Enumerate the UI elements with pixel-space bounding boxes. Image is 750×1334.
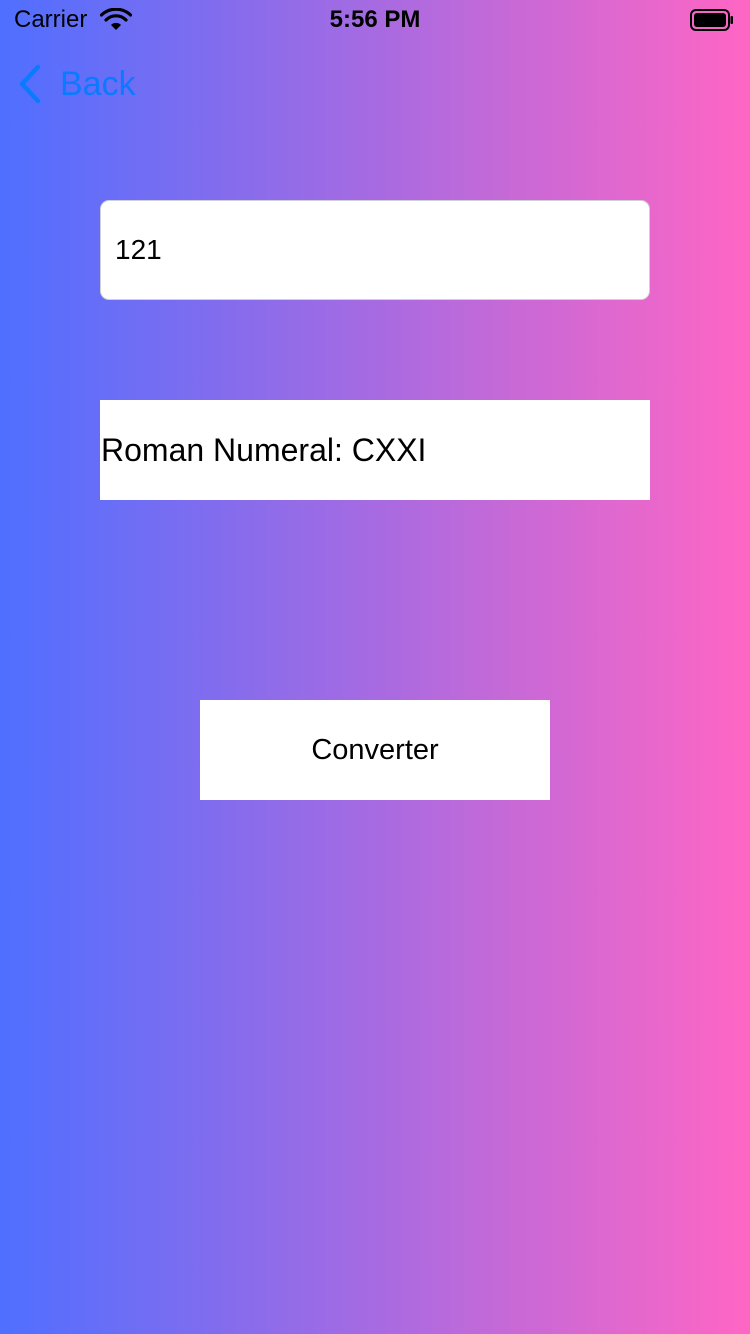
converter-button[interactable]: Converter — [200, 700, 550, 800]
status-time: 5:56 PM — [329, 6, 421, 33]
roman-numeral-result: Roman Numeral: CXXI — [101, 431, 427, 468]
battery-icon — [690, 9, 733, 31]
result-box: Roman Numeral: CXXI — [100, 400, 650, 500]
number-input[interactable] — [100, 200, 650, 300]
back-button[interactable]: Back — [18, 64, 136, 104]
status-bar: Carrier 5:56 PM — [0, 0, 750, 40]
chevron-left-icon — [19, 64, 41, 104]
navigation-bar: Back — [0, 40, 750, 128]
back-label: Back — [60, 64, 136, 103]
